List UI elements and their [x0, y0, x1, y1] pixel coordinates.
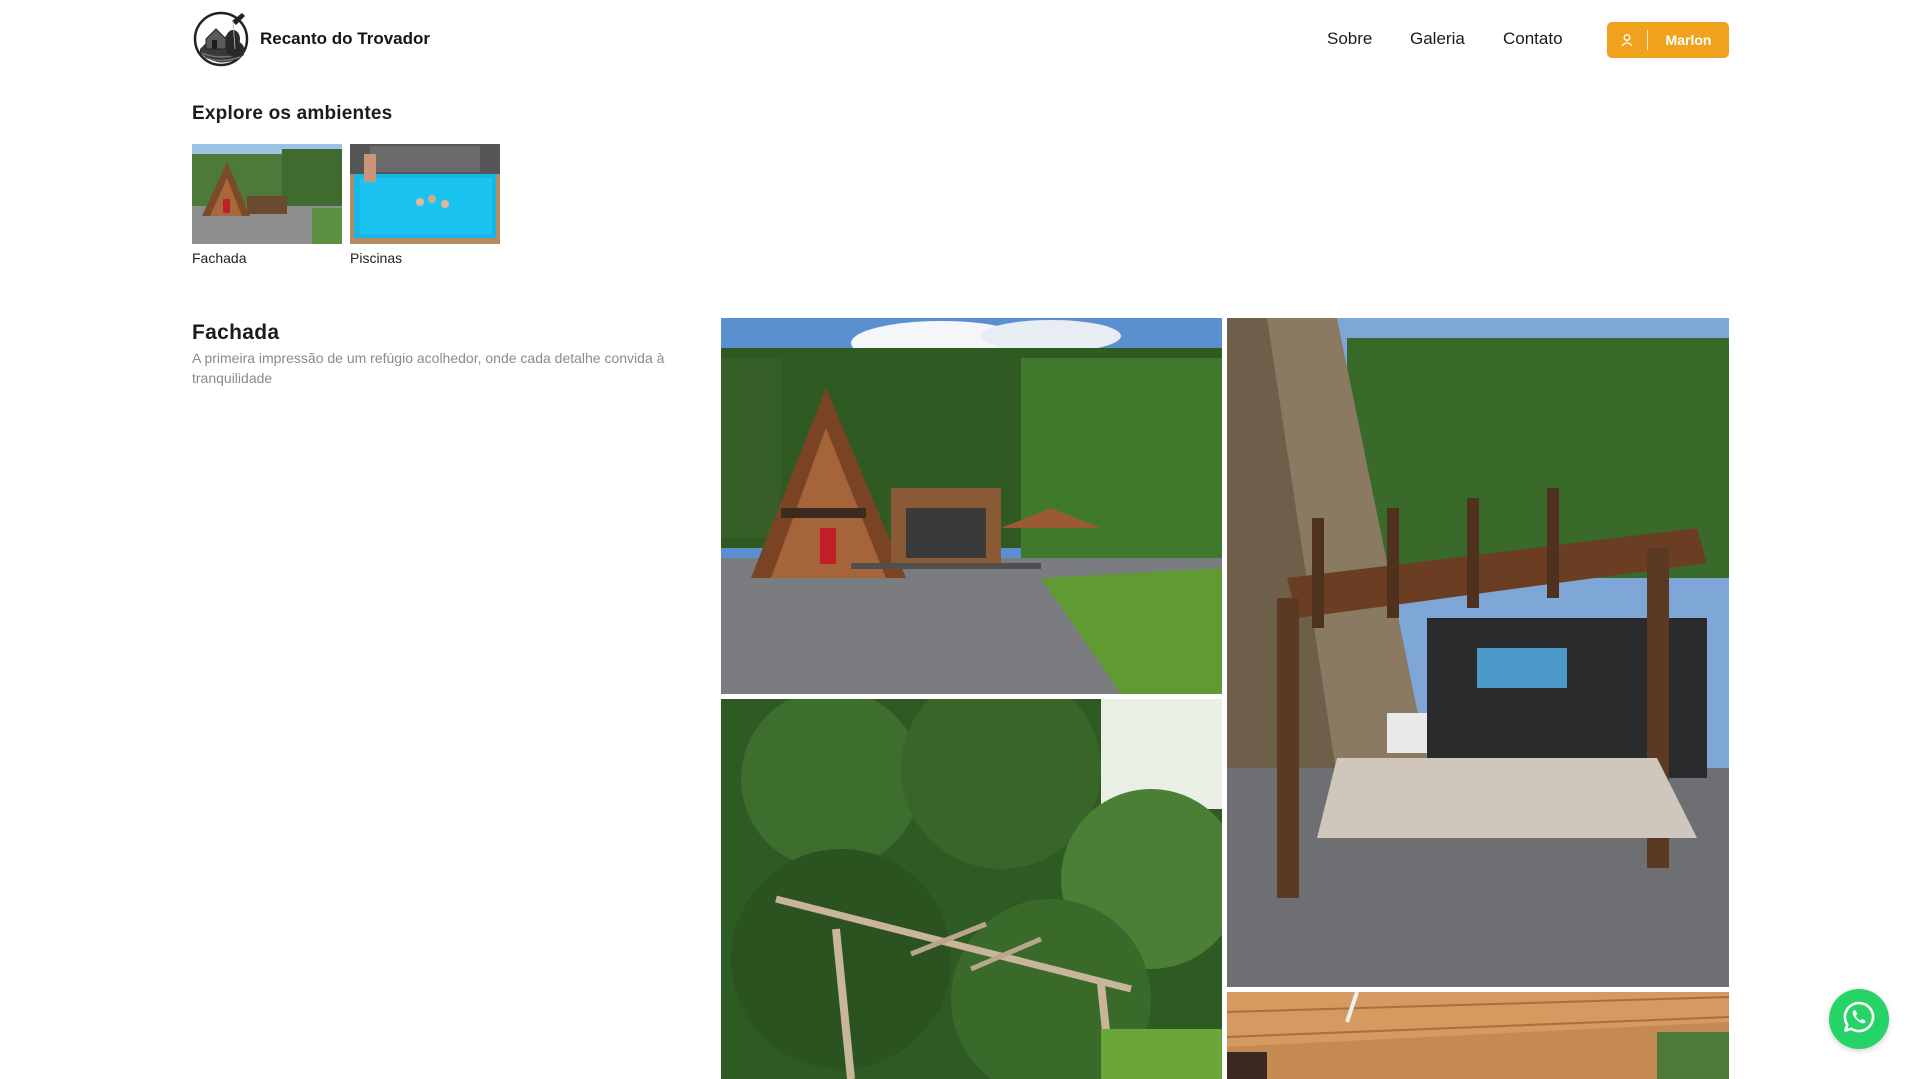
section-description: A primeira impressão de um refúgio acolh… [192, 350, 665, 386]
gallery-photo-garden[interactable] [721, 699, 1222, 1079]
user-name: Marlon [1665, 32, 1712, 48]
whatsapp-icon [1842, 1000, 1876, 1039]
section-title: Fachada [192, 321, 280, 344]
nav-link-contato[interactable]: Contato [1503, 29, 1563, 49]
thumbnail-piscinas[interactable] [350, 144, 500, 244]
explore-title: Explore os ambientes [192, 103, 393, 124]
brand-name[interactable]: Recanto do Trovador [260, 29, 430, 49]
user-menu-button[interactable]: Marlon [1607, 22, 1729, 58]
gallery-photo-ceiling[interactable] [1227, 992, 1729, 1079]
site-header: Recanto do Trovador Sobre Galeria Contat… [0, 0, 1919, 80]
gallery-photo-chalet[interactable] [721, 318, 1222, 694]
gallery-photo-pergola[interactable] [1227, 318, 1729, 987]
nav-link-galeria[interactable]: Galeria [1410, 29, 1465, 49]
guitar-house-logo[interactable] [192, 9, 254, 67]
thumbnail-label-piscinas[interactable]: Piscinas [350, 250, 402, 266]
whatsapp-button[interactable] [1829, 989, 1889, 1049]
nav-link-sobre[interactable]: Sobre [1327, 29, 1372, 49]
thumbnail-label-fachada[interactable]: Fachada [192, 250, 246, 266]
user-icon [1607, 22, 1647, 58]
thumbnail-fachada[interactable] [192, 144, 342, 244]
